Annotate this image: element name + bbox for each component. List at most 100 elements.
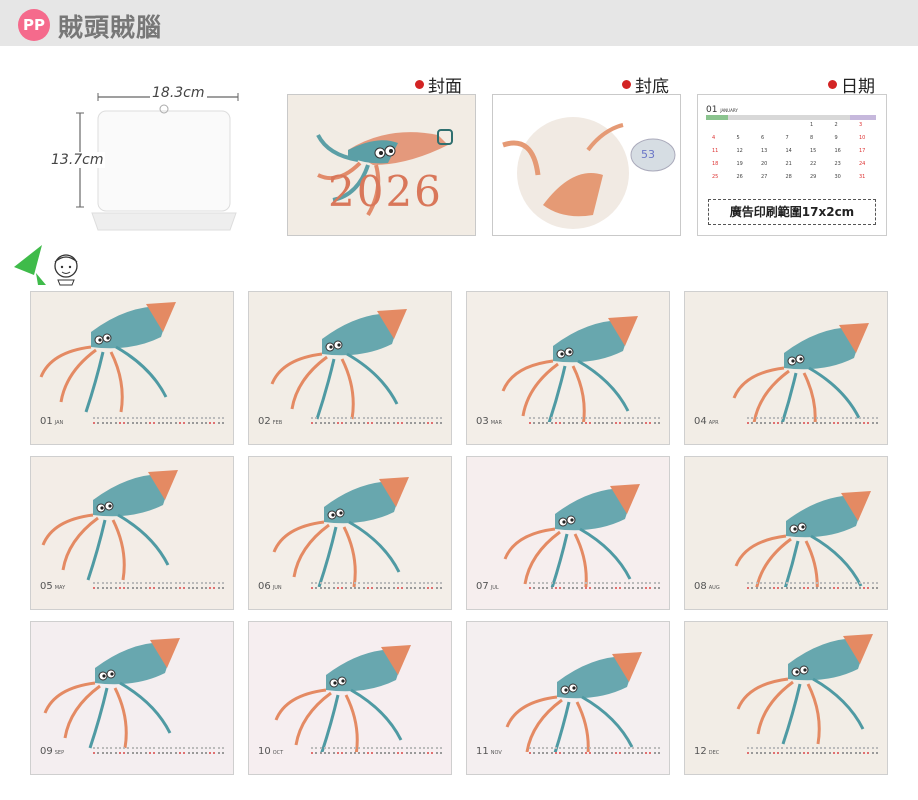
weekday-dot (533, 417, 536, 419)
month-card-jul[interactable]: 07 JUL (466, 456, 670, 610)
weekday-dot (772, 417, 775, 419)
date-cell: 28 (785, 174, 792, 180)
date-dot (170, 752, 173, 754)
weekday-dot (751, 582, 754, 584)
weekday-dot (366, 747, 369, 749)
weekday-dot (747, 417, 749, 419)
date-dot (101, 752, 104, 754)
date-dot (183, 587, 186, 589)
month-card-jun[interactable]: 06 JUN (248, 456, 452, 610)
month-card-may[interactable]: 05 MAY (30, 456, 234, 610)
weekday-dot (388, 417, 391, 419)
weekday-dot (110, 417, 113, 419)
date-dot (597, 587, 600, 589)
weekday-dot (397, 417, 399, 419)
month-card-apr[interactable]: 04 APR (684, 291, 888, 445)
weekday-dot (546, 417, 549, 419)
date-dot (572, 752, 574, 754)
mini-date-strip (747, 746, 881, 756)
date-dot (319, 422, 322, 424)
weekday-dot (144, 747, 147, 749)
weekday-dot (114, 582, 117, 584)
date-dot (345, 752, 348, 754)
date-dot (541, 422, 544, 424)
date-dot (217, 587, 220, 589)
weekday-dot (323, 417, 326, 419)
date-page-preview[interactable]: 01 JANUARY 1 2 3 4 5 6 7 8 9 10 11 12 13 14 15 16 17 18 19… (697, 94, 887, 236)
weekday-dot (196, 582, 199, 584)
date-dot (554, 587, 557, 589)
date-cell: 6 (761, 135, 765, 141)
date-dot (802, 422, 805, 424)
weekday-dot (371, 582, 374, 584)
date-cell: 31 (859, 174, 866, 180)
month-card-oct[interactable]: 10 OCT (248, 621, 452, 775)
weekday-dot (871, 417, 874, 419)
weekday-dot (427, 582, 430, 584)
weekday-dot (653, 582, 656, 584)
date-dot (187, 422, 190, 424)
weekday-dot (764, 582, 767, 584)
weekday-dot (105, 582, 108, 584)
weekday-dot (837, 417, 840, 419)
weekday-dot (576, 417, 579, 419)
date-dot (768, 422, 771, 424)
weekday-dot (794, 417, 797, 419)
date-dot (537, 587, 540, 589)
date-dot (584, 587, 587, 589)
date-cell: 26 (736, 174, 743, 180)
squid-illustration (43, 638, 180, 749)
weekday-dot (559, 417, 562, 419)
date-dot (118, 752, 121, 754)
weekday-dot (336, 582, 339, 584)
weekday-dot (93, 417, 95, 419)
weekday-dot (118, 747, 121, 749)
weekday-dot (418, 747, 421, 749)
weekday-dot (349, 417, 352, 419)
date-dot (93, 587, 95, 589)
weekday-dot (811, 582, 814, 584)
date-cell: 29 (810, 174, 817, 180)
back-cover-preview[interactable]: 53 (492, 94, 681, 236)
date-dot (174, 752, 177, 754)
weekday-dot (815, 747, 818, 749)
date-dot (649, 587, 652, 589)
weekday-dot (584, 747, 587, 749)
month-card-sep[interactable]: 09 SEP (30, 621, 234, 775)
weekday-dot (97, 747, 100, 749)
date-dot (850, 422, 853, 424)
month-abbr: NOV (490, 750, 502, 756)
date-dot (589, 752, 592, 754)
mini-date-strip (311, 581, 445, 591)
date-dot (392, 587, 395, 589)
date-dot (388, 587, 391, 589)
weekday-dot (131, 582, 134, 584)
date-dot (764, 752, 767, 754)
month-abbr: AUG (708, 585, 720, 591)
cover-preview[interactable]: 2026 (287, 94, 476, 236)
weekday-dot (332, 417, 335, 419)
month-number: 08 (694, 581, 707, 592)
weekday-dot (837, 747, 840, 749)
date-dot (649, 422, 652, 424)
month-card-aug[interactable]: 08 AUG (684, 456, 888, 610)
weekday-dot (755, 582, 758, 584)
weekday-dot (802, 417, 805, 419)
date-dot (204, 587, 207, 589)
month-card-feb[interactable]: 02 FEB (248, 291, 452, 445)
weekday-dot (405, 417, 408, 419)
month-card-mar[interactable]: 03 MAR (466, 291, 670, 445)
date-page-month-name: JANUARY (720, 108, 738, 113)
date-dot (131, 422, 134, 424)
date-dot (576, 752, 579, 754)
weekday-dot (623, 747, 626, 749)
date-dot (127, 752, 130, 754)
date-dot (559, 587, 562, 589)
month-card-dec[interactable]: 12 DEC (684, 621, 888, 775)
month-card-jan[interactable]: 01 JAN (30, 291, 234, 445)
date-dot (615, 752, 617, 754)
date-dot (209, 752, 212, 754)
date-dot (118, 587, 121, 589)
month-card-nov[interactable]: 11 NOV (466, 621, 670, 775)
weekday-dot (114, 747, 117, 749)
